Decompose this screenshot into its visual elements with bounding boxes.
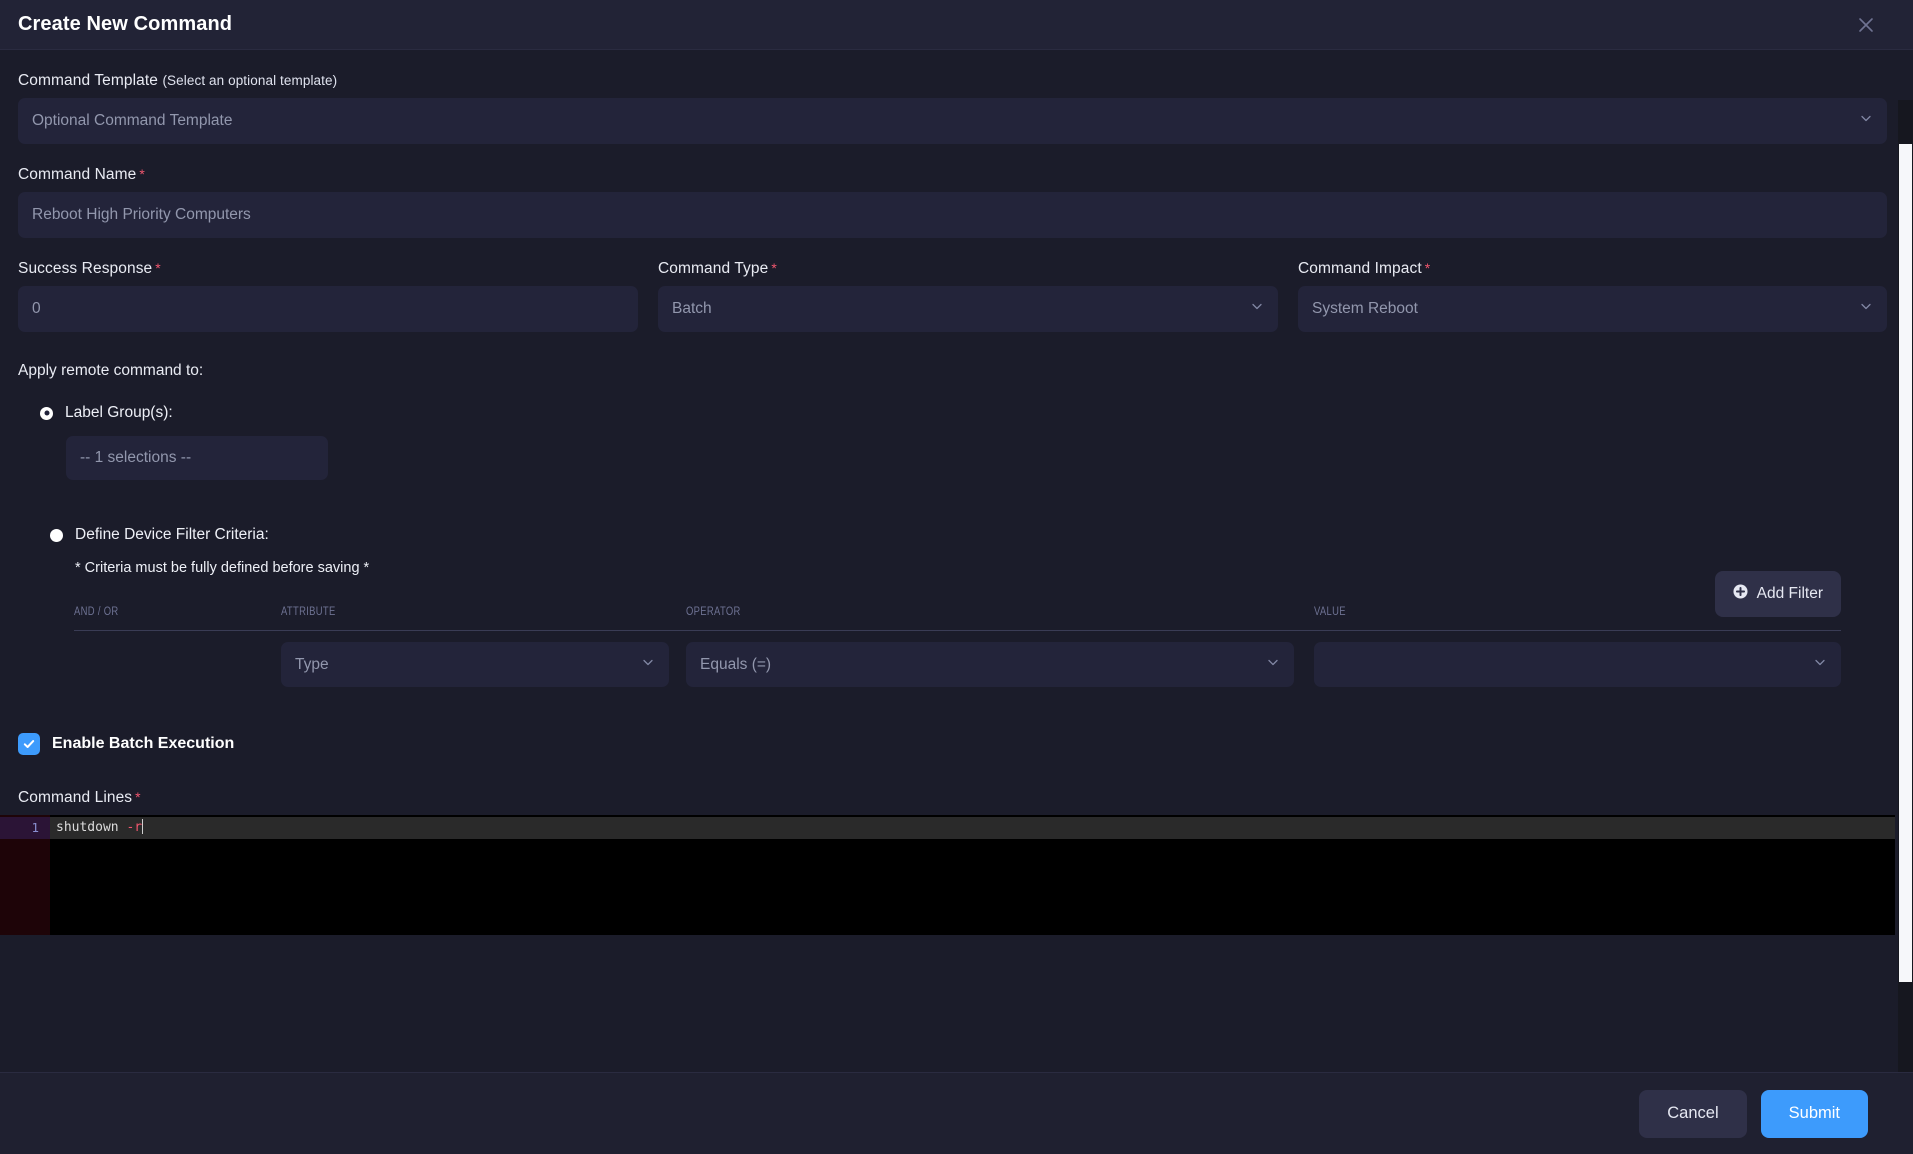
required-asterisk: * [139, 166, 145, 182]
command-template-label-text: Command Template [18, 72, 159, 89]
editor-gutter: 1 [0, 815, 50, 935]
command-template-select[interactable]: Optional Command Template [18, 98, 1887, 144]
radio-label-groups[interactable]: Label Group(s): [18, 404, 1887, 422]
column-header-and-or: AND / OR [74, 606, 119, 618]
column-header-operator: OPERATOR [686, 606, 741, 618]
command-template-field: Command Template (Select an optional tem… [18, 50, 1887, 144]
radio-unselected-icon [50, 528, 63, 542]
filter-criteria-table: Add Filter AND / OR ATTRIBUTE OPERATOR V… [74, 571, 1841, 687]
text-caret [142, 819, 144, 834]
table-row: Type Equals (=) [74, 631, 1841, 687]
command-meta-row: Success Response * 0 Command Type * Batch [18, 260, 1887, 332]
command-name-input[interactable]: Reboot High Priority Computers [18, 192, 1887, 238]
command-type-label-text: Command Type [658, 260, 769, 277]
command-impact-select[interactable]: System Reboot [1298, 286, 1887, 332]
radio-label-groups-text: Label Group(s): [65, 404, 173, 421]
criteria-note: * Criteria must be fully defined before … [75, 560, 370, 576]
filter-attribute-select[interactable]: Type [281, 642, 669, 687]
add-filter-label: Add Filter [1756, 585, 1823, 602]
radio-device-filter[interactable]: Define Device Filter Criteria: [18, 526, 1887, 544]
command-type-label: Command Type * [658, 260, 1278, 278]
close-icon[interactable] [1853, 12, 1879, 38]
editor-code-area[interactable]: shutdown -r [50, 815, 1895, 935]
filter-attribute-cell: Type [281, 642, 686, 687]
enable-batch-execution-label: Enable Batch Execution [52, 735, 235, 752]
success-response-label-text: Success Response [18, 260, 153, 277]
check-icon [18, 733, 40, 755]
code-token-command: shutdown [56, 820, 119, 835]
command-lines-label-text: Command Lines [18, 789, 133, 806]
command-type-field: Command Type * Batch [658, 260, 1278, 332]
modal-header: Create New Command [0, 0, 1913, 50]
command-impact-value: System Reboot [1312, 300, 1418, 317]
submit-button[interactable]: Submit [1760, 1089, 1868, 1138]
code-line[interactable]: shutdown -r [50, 817, 1895, 839]
chevron-down-icon [641, 655, 655, 674]
command-template-label: Command Template (Select an optional tem… [18, 72, 1887, 90]
column-header-value: VALUE [1314, 606, 1346, 618]
page-title: Create New Command [18, 13, 233, 35]
command-name-value: Reboot High Priority Computers [32, 206, 251, 223]
command-template-value: Optional Command Template [32, 112, 233, 129]
command-type-select[interactable]: Batch [658, 286, 1278, 332]
label-groups-value: -- 1 selections -- [80, 449, 192, 466]
vertical-scrollbar-thumb[interactable] [1899, 144, 1912, 982]
label-groups-select[interactable]: -- 1 selections -- [66, 436, 328, 480]
command-name-field: Command Name * Reboot High Priority Compu… [18, 166, 1887, 238]
modal-body: Command Template (Select an optional tem… [0, 50, 1913, 1072]
command-impact-field: Command Impact * System Reboot [1298, 260, 1887, 332]
success-response-input[interactable]: 0 [18, 286, 638, 332]
apply-remote-command-label: Apply remote command to: [18, 362, 204, 379]
success-response-label: Success Response * [18, 260, 638, 278]
required-asterisk: * [771, 260, 777, 276]
command-template-hint: (Select an optional template) [162, 73, 338, 88]
cancel-button[interactable]: Cancel [1639, 1089, 1747, 1138]
chevron-down-icon [1813, 655, 1827, 674]
plus-circle-icon [1733, 584, 1748, 604]
chevron-down-icon [1859, 300, 1873, 319]
success-response-value: 0 [32, 300, 41, 317]
filter-operator-value: Equals (=) [700, 655, 772, 673]
command-lines-label: Command Lines * [18, 789, 1887, 807]
create-command-modal: Create New Command Command Template (Sel… [0, 0, 1913, 1154]
radio-device-filter-text: Define Device Filter Criteria: [75, 526, 269, 543]
filter-value-cell [1314, 642, 1841, 687]
filter-operator-select[interactable]: Equals (=) [686, 642, 1294, 687]
command-name-label: Command Name * [18, 166, 1887, 184]
filter-value-select[interactable] [1314, 642, 1841, 687]
radio-selected-icon [40, 406, 53, 420]
command-impact-label-text: Command Impact [1298, 260, 1422, 277]
command-type-value: Batch [672, 300, 712, 317]
chevron-down-icon [1250, 300, 1264, 319]
command-lines-editor[interactable]: 1 shutdown -r [0, 815, 1895, 935]
command-name-label-text: Command Name [18, 166, 137, 183]
filter-attribute-value: Type [295, 655, 329, 673]
chevron-down-icon [1859, 112, 1873, 131]
column-header-attribute: ATTRIBUTE [281, 606, 336, 618]
filter-table-header: AND / OR ATTRIBUTE OPERATOR VALUE [74, 606, 1841, 630]
required-asterisk: * [135, 789, 141, 805]
required-asterisk: * [155, 260, 161, 276]
line-number: 1 [0, 817, 50, 839]
command-impact-label: Command Impact * [1298, 260, 1887, 278]
enable-batch-execution-checkbox[interactable]: Enable Batch Execution [18, 733, 1887, 755]
modal-footer: Cancel Submit [0, 1072, 1913, 1154]
required-asterisk: * [1424, 260, 1431, 276]
code-token-flag: -r [118, 820, 143, 835]
success-response-field: Success Response * 0 [18, 260, 638, 332]
vertical-scrollbar-track[interactable] [1898, 100, 1913, 1072]
filter-operator-cell: Equals (=) [686, 642, 1314, 687]
chevron-down-icon [1266, 655, 1280, 674]
